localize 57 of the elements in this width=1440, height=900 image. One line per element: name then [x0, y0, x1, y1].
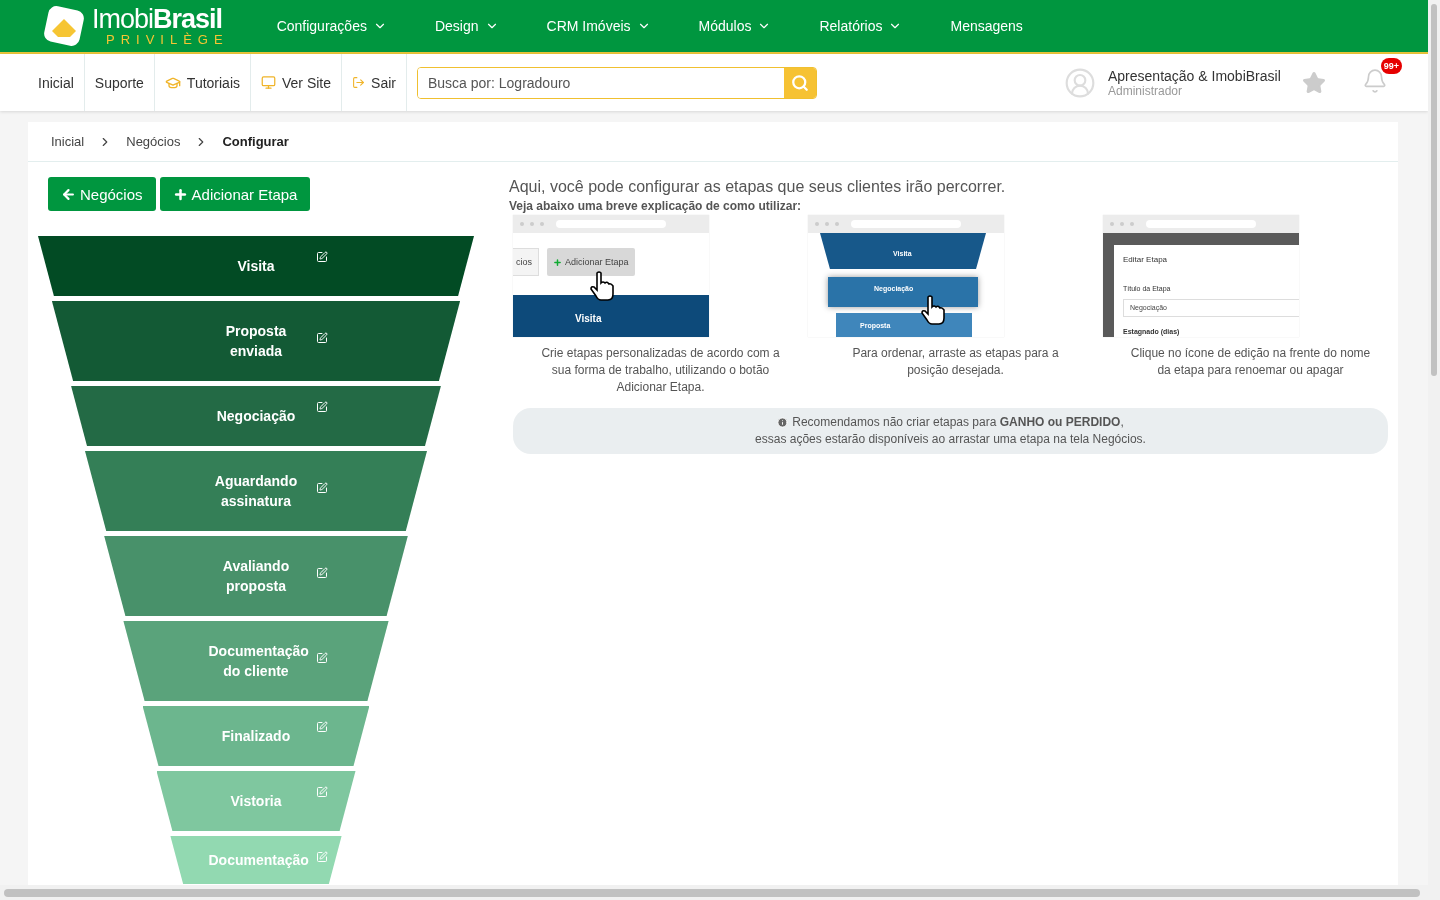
- nav-link[interactable]: Ver Site: [251, 54, 343, 111]
- nav-link[interactable]: Inicial: [28, 54, 85, 111]
- add-stage-label: Adicionar Etapa: [547, 248, 635, 276]
- action-button[interactable]: Negócios: [48, 177, 156, 211]
- monitor-icon: [261, 75, 276, 90]
- nav-link[interactable]: Sair: [342, 54, 407, 111]
- search-icon: [790, 73, 809, 92]
- intro-subtitle: Veja abaixo uma breve explicação de como utilizar:: [509, 199, 803, 213]
- exit-icon: [352, 76, 366, 89]
- menu-item[interactable]: Configurações: [258, 18, 405, 34]
- tutorial-caption: Clique no ícone de edição na frente do nome da etapa para renoemar ou apagar: [1129, 345, 1372, 379]
- tutorial-caption: Crie etapas personalizadas de acordo com a sua forma de trabalho, utilizando o botão Adicionar Etapa.: [540, 345, 781, 396]
- funnel-stage[interactable]: Vistoria: [156, 771, 356, 831]
- funnel-stage[interactable]: Aguardando assinatura: [85, 451, 427, 531]
- search-button[interactable]: [783, 67, 816, 98]
- breadcrumb-item[interactable]: Inicial: [51, 134, 85, 149]
- edit-icon[interactable]: [316, 332, 328, 344]
- menu-item[interactable]: Design: [416, 18, 517, 34]
- horizontal-scrollbar[interactable]: [0, 885, 1428, 900]
- plus-icon: [553, 257, 562, 267]
- dialog-title: Editar Etapa: [1123, 255, 1168, 264]
- info-icon: [777, 417, 789, 428]
- brand-logo: ImobiBrasil PRIVILÈGE: [92, 6, 229, 46]
- tutorial-caption: Para ordenar, arraste as etapas para a posição desejada.: [851, 345, 1060, 379]
- star-icon[interactable]: [1302, 70, 1326, 95]
- funnel-stage[interactable]: Documentação do cliente: [123, 621, 389, 701]
- edit-icon[interactable]: [316, 401, 328, 413]
- avatar-icon: [1064, 66, 1096, 99]
- edit-icon[interactable]: [316, 251, 328, 263]
- menu-item[interactable]: Módulos: [680, 18, 790, 34]
- hand-cursor-icon: [589, 271, 615, 301]
- funnel-stage[interactable]: Visita: [38, 236, 474, 296]
- funnel-stage[interactable]: Finalizado: [142, 706, 370, 766]
- plus-icon: [172, 186, 188, 202]
- button-label: cios: [513, 248, 539, 276]
- funnel-stage[interactable]: Avaliando proposta: [104, 536, 408, 616]
- search-field[interactable]: Busca por: Logradouro: [416, 66, 817, 99]
- bell-icon[interactable]: [1362, 67, 1388, 94]
- notification-badge: 99+: [1380, 57, 1402, 74]
- breadcrumb-item[interactable]: Negócios: [126, 134, 181, 149]
- menu-item[interactable]: Relatórios: [801, 18, 921, 34]
- menu-item[interactable]: Mensagens: [932, 18, 1041, 34]
- notice-text: essas ações estarão disponíveis ao arrastar uma etapa na tela Negócios.: [754, 431, 1147, 448]
- notice-text: Recomendamos não criar etapas para GANHO ou PERDIDO,: [792, 414, 1124, 431]
- stage-label: Visita: [575, 313, 602, 324]
- intro-title: Aqui, você pode configurar as etapas que seus clientes irão percorrer.: [509, 178, 1007, 196]
- breadcrumb-item: Configurar: [222, 134, 289, 149]
- nav-link[interactable]: Tutoriais: [154, 54, 251, 111]
- hand-cursor-icon: [920, 295, 946, 325]
- nav-link[interactable]: Suporte: [84, 54, 155, 111]
- menu-item[interactable]: CRM Imóveis: [528, 18, 669, 34]
- user-name: Apresentação & ImobiBrasil: [1108, 67, 1282, 84]
- funnel-stage[interactable]: Negociação: [71, 386, 441, 446]
- user-role: Administrador: [1108, 83, 1183, 98]
- funnel-stage[interactable]: Proposta enviada: [51, 301, 461, 381]
- action-button[interactable]: Adicionar Etapa: [159, 177, 311, 211]
- edit-icon[interactable]: [316, 482, 328, 494]
